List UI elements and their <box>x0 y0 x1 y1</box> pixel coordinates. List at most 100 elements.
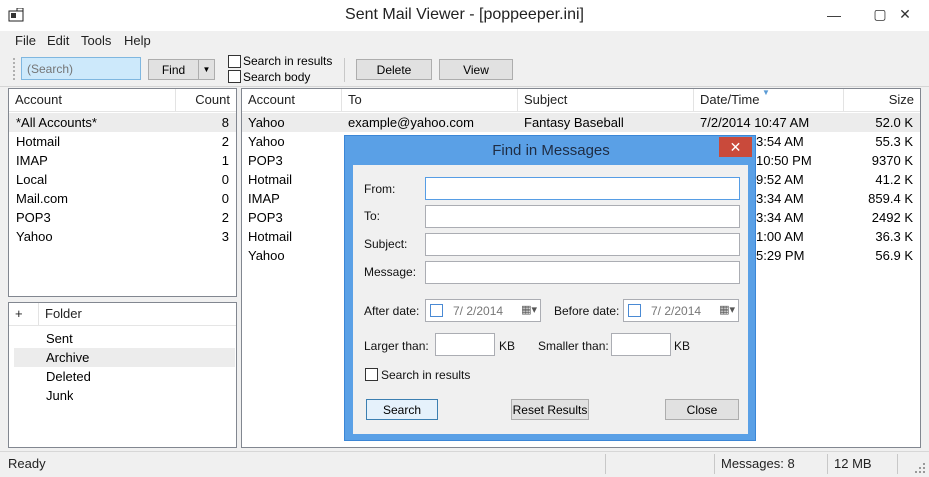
column-header-count[interactable]: Count <box>176 89 236 111</box>
status-text: Ready <box>8 456 46 471</box>
search-body-checkbox[interactable] <box>228 70 241 83</box>
dialog-body: From: To: Subject: Message: After date: … <box>353 165 748 434</box>
account-count: 1 <box>221 153 229 168</box>
message-account: Hotmail <box>248 172 293 187</box>
status-separator <box>714 454 715 474</box>
folder-name: Sent <box>46 331 73 346</box>
column-header-size[interactable]: Size <box>844 89 920 111</box>
dialog-close-button[interactable]: ✕ <box>719 137 752 157</box>
account-row[interactable]: Hotmail 2 <box>9 132 236 151</box>
account-row[interactable]: Local 0 <box>9 170 236 189</box>
folder-item[interactable]: Junk <box>14 386 235 405</box>
account-row[interactable]: IMAP 1 <box>9 151 236 170</box>
larger-than-unit: KB <box>499 339 516 353</box>
account-name: Hotmail <box>16 134 61 149</box>
toolbar-grip[interactable] <box>13 58 15 80</box>
accounts-header: Account Count <box>9 89 236 112</box>
message-size: 9370 K <box>871 153 913 168</box>
folder-item[interactable]: Sent <box>14 329 235 348</box>
find-dropdown-button[interactable]: ▼ <box>198 59 215 80</box>
find-button[interactable]: Find <box>148 59 198 80</box>
account-name: POP3 <box>16 210 51 225</box>
message-date: 1:00 AM <box>756 229 804 244</box>
message-account: Yahoo <box>248 115 285 130</box>
folder-item[interactable]: Archive <box>14 348 235 367</box>
message-account: Yahoo <box>248 248 285 263</box>
calendar-dropdown-icon[interactable]: ▦▾ <box>521 303 537 316</box>
message-size: 859.4 K <box>868 191 913 206</box>
status-separator <box>605 454 606 474</box>
menu-edit[interactable]: Edit <box>47 33 69 48</box>
account-count: 3 <box>221 229 229 244</box>
search-button[interactable]: Search <box>366 399 438 420</box>
view-button[interactable]: View <box>439 59 513 80</box>
subject-field[interactable] <box>425 233 740 256</box>
account-count: 0 <box>221 191 229 206</box>
close-window-button[interactable]: ✕ <box>881 0 929 29</box>
account-name: Mail.com <box>16 191 69 206</box>
search-body-label: Search body <box>243 70 311 84</box>
reset-results-button[interactable]: Reset Results <box>511 399 589 420</box>
account-count: 0 <box>221 172 229 187</box>
before-date-value: 7/ 2/2014 <box>651 304 702 318</box>
message-row[interactable]: Yahoo example@yahoo.com Fantasy Baseball… <box>242 113 920 132</box>
status-bar: Ready Messages: 8 12 MB <box>0 451 929 477</box>
dialog-title: Find in Messages <box>492 142 610 159</box>
folder-item[interactable]: Deleted <box>14 367 235 386</box>
toolbar-separator <box>344 58 345 82</box>
message-label: Message: <box>364 265 417 279</box>
account-row[interactable]: POP3 2 <box>9 208 236 227</box>
menu-file[interactable]: File <box>15 33 36 48</box>
message-size: 55.3 K <box>875 134 913 149</box>
search-in-results-label: Search in results <box>243 54 333 68</box>
delete-button[interactable]: Delete <box>356 59 432 80</box>
smaller-than-field[interactable] <box>611 333 671 356</box>
message-date: 3:54 AM <box>756 134 804 149</box>
to-field[interactable] <box>425 205 740 228</box>
search-input[interactable] <box>21 57 141 80</box>
after-date-picker[interactable]: 7/ 2/2014 ▦▾ <box>425 299 541 322</box>
column-header-expand[interactable]: + <box>9 303 39 325</box>
from-field[interactable] <box>425 177 740 200</box>
status-message-count: Messages: 8 <box>721 456 795 471</box>
before-date-checkbox[interactable] <box>628 304 641 317</box>
menu-help[interactable]: Help <box>124 33 151 48</box>
message-account: Yahoo <box>248 134 285 149</box>
before-date-picker[interactable]: 7/ 2/2014 ▦▾ <box>623 299 739 322</box>
folder-name: Junk <box>46 388 74 403</box>
account-row[interactable]: Mail.com 0 <box>9 189 236 208</box>
menu-tools[interactable]: Tools <box>81 33 111 48</box>
from-label: From: <box>364 182 396 196</box>
column-header-folder[interactable]: Folder <box>39 303 236 325</box>
column-header-account[interactable]: Account <box>242 89 342 111</box>
folders-tree[interactable]: + Folder Sent Archive Deleted Junk <box>8 302 237 448</box>
message-size: 36.3 K <box>875 229 913 244</box>
folder-name: Deleted <box>46 369 91 384</box>
smaller-than-unit: KB <box>674 339 691 353</box>
calendar-dropdown-icon[interactable]: ▦▾ <box>719 303 735 316</box>
account-name: IMAP <box>16 153 48 168</box>
close-dialog-button[interactable]: Close <box>665 399 739 420</box>
minimize-button[interactable]: — <box>811 0 857 29</box>
account-row[interactable]: *All Accounts* 8 <box>9 113 236 132</box>
larger-than-field[interactable] <box>435 333 495 356</box>
subject-label: Subject: <box>364 237 408 251</box>
account-row[interactable]: Yahoo 3 <box>9 227 236 246</box>
message-account: POP3 <box>248 153 283 168</box>
after-date-checkbox[interactable] <box>430 304 443 317</box>
accounts-list[interactable]: Account Count *All Accounts* 8 Hotmail 2… <box>8 88 237 297</box>
message-date: 5:29 PM <box>756 248 805 263</box>
resize-grip-icon[interactable] <box>914 462 926 474</box>
column-header-subject[interactable]: Subject <box>518 89 694 111</box>
column-header-account[interactable]: Account <box>9 89 176 111</box>
column-header-to[interactable]: To <box>342 89 518 111</box>
larger-than-label: Larger than: <box>364 339 429 353</box>
message-account: POP3 <box>248 210 283 225</box>
account-count: 2 <box>221 210 229 225</box>
status-separator <box>827 454 828 474</box>
menu-bar: File Edit Tools Help <box>0 31 929 51</box>
search-in-results-checkbox[interactable] <box>228 55 241 68</box>
after-date-value: 7/ 2/2014 <box>453 304 504 318</box>
message-field[interactable] <box>425 261 740 284</box>
dialog-search-in-results-checkbox[interactable] <box>365 368 378 381</box>
